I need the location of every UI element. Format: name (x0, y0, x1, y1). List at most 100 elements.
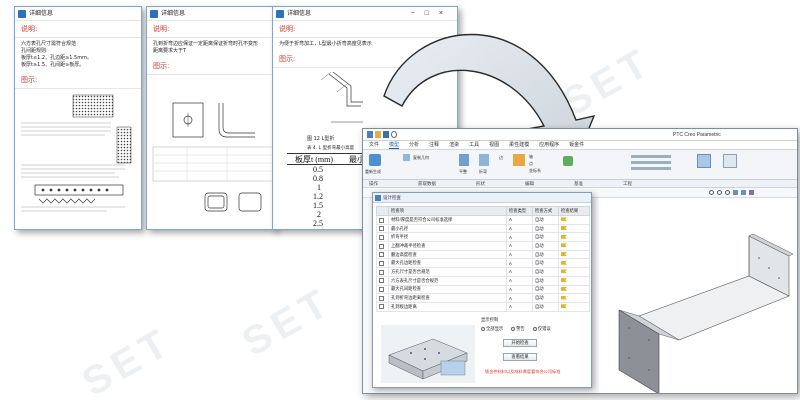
table-row[interactable]: 折弯半径 A 自动 (376, 232, 590, 243)
row-checkbox[interactable] (376, 284, 389, 295)
watermark: SET (235, 279, 341, 366)
plane-icon[interactable] (513, 154, 525, 166)
row-checkbox[interactable] (376, 267, 389, 277)
menu-applications[interactable]: 应用程序 (539, 141, 559, 149)
row-result (558, 241, 590, 251)
menu-file[interactable]: 文件 (369, 141, 379, 149)
design-check-dialog: 设计检查 检查项 检查类型 检查方式 检查结果 材料/厚度是否符合公司标准选择 A… (372, 192, 592, 388)
row-item: 材料/厚度是否符合公司标准选择 (388, 215, 507, 225)
row-type: A (506, 284, 533, 295)
watermark: SET (75, 319, 181, 400)
row-item: 最大孔间距检查 (388, 284, 507, 295)
row-checkbox[interactable] (376, 215, 389, 225)
table-row[interactable]: 上翻冲裁半径检查 A 自动 (376, 241, 590, 251)
section-description: 说明: (15, 21, 141, 38)
row-checkbox[interactable] (376, 223, 389, 234)
row-checkbox[interactable] (376, 232, 389, 243)
table-row[interactable]: 方孔尺寸是否合规范 A 自动 (376, 267, 590, 277)
undo-icon[interactable] (391, 131, 397, 138)
flat-icon[interactable] (459, 154, 469, 166)
sheetmetal-model (618, 233, 794, 393)
row-type: A (506, 293, 533, 303)
row-checkbox[interactable] (376, 249, 389, 260)
menu-flexible[interactable]: 柔性建模 (509, 141, 529, 149)
description-text: 六方表孔尺寸需符合规范 孔间距规则: 板厚t≤1.2、孔边距≥1.5mm。 板厚… (21, 41, 92, 68)
start-check-button[interactable]: 开始检查 (503, 339, 537, 347)
row-mode: 自动 (532, 232, 559, 243)
app-icon (150, 10, 158, 18)
row-result (558, 275, 590, 286)
row-mode: 自动 (532, 267, 559, 277)
creo-titlebar: PTC Creo Parametric (363, 129, 797, 141)
row-item: 孔到板边距离 (388, 301, 507, 312)
row-item: 方孔尺寸是否合规范 (388, 267, 507, 277)
ribbon-group-right (631, 153, 691, 175)
open-icon[interactable] (375, 131, 381, 138)
dialog-titlebar: 设计检查 (373, 193, 591, 203)
ribbon-box-icon[interactable] (723, 154, 737, 168)
table-row[interactable]: 翻边高度检查 A 自动 (376, 249, 590, 260)
row-mode: 自动 (532, 293, 559, 303)
quick-access-toolbar[interactable] (367, 131, 397, 138)
menu-render[interactable]: 渲染 (449, 141, 459, 149)
radio-show-all[interactable]: 全部显示 (481, 326, 503, 332)
result-flag-icon (561, 278, 567, 283)
menu-model[interactable]: 模型 (389, 141, 400, 149)
menu-tools[interactable]: 工具 (469, 141, 479, 149)
app-icon (18, 10, 26, 18)
display-control: 显示控制 全部显示 警告 仅错误 (481, 317, 551, 332)
table-caption: 表 4. L 型折弯最小高度 (307, 146, 355, 151)
table-row[interactable]: 最小孔径 A 自动 (376, 223, 590, 234)
menu-view[interactable]: 视图 (489, 141, 499, 149)
bend-hole-diagram (152, 102, 274, 212)
row-mode: 自动 (532, 301, 559, 312)
regenerate-icon[interactable] (369, 154, 381, 166)
table-row[interactable]: 最大孔间距检查 A 自动 (376, 284, 590, 295)
dialog-title: 设计检查 (383, 195, 401, 200)
model-viewport[interactable] (599, 198, 797, 393)
creo-title: PTC Creo Parametric (673, 132, 721, 138)
green-tool-icon[interactable] (563, 156, 573, 166)
copy-geometry-icon[interactable] (403, 154, 410, 161)
row-checkbox[interactable] (376, 301, 389, 312)
row-result (558, 232, 590, 243)
section-figure: 图示: (15, 72, 141, 89)
table-row[interactable]: 六方表孔尺寸是否合规范 A 自动 (376, 275, 590, 286)
bend-icon[interactable] (479, 154, 489, 166)
view-cube-icon[interactable] (697, 154, 711, 168)
table-row[interactable]: 孔到板边距离 A 自动 (376, 301, 590, 312)
row-checkbox[interactable] (376, 241, 389, 251)
col-check (376, 206, 389, 216)
row-result (558, 215, 590, 225)
table-row[interactable]: 材料/厚度是否符合公司标准选择 A 自动 (376, 215, 590, 225)
table-row[interactable]: 最大孔边距检查 A 自动 (376, 258, 590, 269)
row-item: 翻边高度检查 (388, 249, 507, 260)
menu-sheetmetal[interactable]: 钣金件 (569, 141, 584, 149)
zoom-icons[interactable] (709, 190, 754, 195)
radio-warning[interactable]: 警告 (511, 326, 525, 332)
window-title: 详细信息 (29, 11, 54, 17)
dialog-icon (375, 195, 381, 201)
new-icon[interactable] (367, 131, 373, 138)
row-checkbox[interactable] (376, 258, 389, 269)
row-item: 最大孔边距检查 (388, 258, 507, 269)
menu-annotate[interactable]: 注释 (429, 141, 439, 149)
result-flag-icon (561, 226, 567, 231)
preview-image (381, 325, 475, 383)
radio-error-only[interactable]: 仅错误 (532, 326, 551, 332)
figure-caption: 图 12 L型折 (307, 136, 335, 142)
window-title: 详细信息 (287, 11, 312, 17)
section-figure: 图示: (147, 58, 275, 75)
footer-note: 钣金件材料以及材料厚度要符合公司标准 (485, 369, 561, 374)
table-row[interactable]: 孔到折弯边距离检查 A 自动 (376, 293, 590, 303)
col-type: 检查类型 (506, 206, 533, 216)
row-mode: 自动 (532, 241, 559, 251)
row-result (558, 301, 590, 312)
row-checkbox[interactable] (376, 275, 389, 286)
row-checkbox[interactable] (376, 293, 389, 303)
view-results-button[interactable]: 查看结果 (503, 353, 537, 361)
save-icon[interactable] (383, 131, 389, 138)
col-mode: 检查方式 (532, 206, 559, 216)
result-flag-icon (561, 234, 567, 239)
menu-analysis[interactable]: 分析 (409, 141, 419, 149)
